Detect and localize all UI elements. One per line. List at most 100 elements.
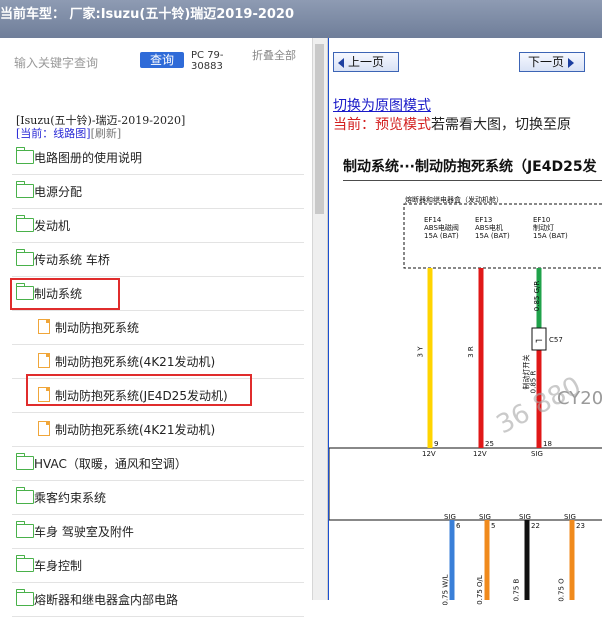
pin-number: 22 bbox=[531, 522, 540, 530]
preview-prefix: 当前： bbox=[333, 117, 375, 133]
tree-item[interactable]: 车身 驾驶室及附件 bbox=[12, 515, 304, 549]
next-page-button[interactable]: 下一页 bbox=[519, 52, 585, 72]
tree-item-label: 传动系统 车桥 bbox=[34, 253, 110, 267]
tree-item-label: 电路图册的使用说明 bbox=[34, 151, 143, 165]
tree-item-label: 车身 驾驶室及附件 bbox=[34, 525, 134, 539]
prev-page-button[interactable]: 上一页 bbox=[333, 52, 399, 72]
fuse-name: ABS电机 bbox=[475, 224, 503, 232]
pin-number: 18 bbox=[543, 440, 552, 448]
fuse-id: EF10 bbox=[533, 216, 551, 224]
scroll-thumb[interactable] bbox=[315, 44, 324, 214]
fuse-name: ABS电磁阀 bbox=[424, 224, 459, 232]
fuse-rating: 15A (BAT) bbox=[533, 232, 568, 240]
highlight-brake-system bbox=[10, 278, 120, 310]
folder-icon bbox=[16, 487, 34, 504]
tree-item[interactable]: 电路图册的使用说明 bbox=[12, 141, 304, 175]
fuse-rating: 15A (BAT) bbox=[475, 232, 510, 240]
fuse-id: EF14 bbox=[424, 216, 442, 224]
pin-number: 9 bbox=[434, 440, 439, 448]
wire-label: 0.85 G/R bbox=[533, 280, 542, 312]
preview-mode: 预览模式 bbox=[375, 117, 431, 133]
pin-label: SIG bbox=[564, 513, 576, 521]
tree-item-label: 电源分配 bbox=[34, 185, 83, 199]
tree-item-label: 发动机 bbox=[34, 219, 71, 233]
tree-item-label: HVAC（取暖，通风和空调） bbox=[34, 457, 187, 471]
folder-icon bbox=[16, 147, 34, 164]
collapse-all-button[interactable]: 折叠全部 bbox=[252, 50, 296, 62]
left-arrow-icon bbox=[338, 57, 344, 68]
tree-item[interactable]: 车身控制 bbox=[12, 549, 304, 583]
wire-label: 0.75 O/L bbox=[475, 575, 484, 605]
tree-item[interactable]: HVAC（取暖，通风和空调） bbox=[12, 447, 304, 481]
splitter-scrollbar[interactable] bbox=[312, 38, 328, 600]
switch-mode-link[interactable]: 切换为原图模式 bbox=[333, 95, 431, 115]
viewer-panel: 上一页 下一页 切换为原图模式 当前：预览模式若需看大图，切换至原 制动系统··… bbox=[328, 38, 602, 606]
wire-label: 0.85 R bbox=[529, 370, 538, 394]
tree-item[interactable]: 制动防抱死系统(4K21发动机) bbox=[12, 413, 304, 447]
tree-item-label: 制动防抱死系统 bbox=[55, 321, 140, 335]
preview-note: 当前：预览模式若需看大图，切换至原 bbox=[333, 114, 571, 134]
fuse-rating: 15A (BAT) bbox=[424, 232, 459, 240]
folder-icon bbox=[16, 215, 34, 232]
wire-label: 0.75 O bbox=[557, 578, 566, 602]
wire-label: 0.75 W/L bbox=[441, 574, 450, 606]
folder-icon bbox=[16, 555, 34, 572]
connector-label: C57 bbox=[549, 336, 563, 344]
folder-icon bbox=[16, 249, 34, 266]
pin-number: 25 bbox=[485, 440, 494, 448]
file-icon bbox=[38, 319, 50, 334]
prev-label: 上一页 bbox=[348, 55, 385, 69]
fuse-name: 制动灯 bbox=[533, 224, 554, 232]
tree-item[interactable]: 传动系统 车桥 bbox=[12, 243, 304, 277]
pc-code: PC 79-30883 bbox=[191, 50, 224, 72]
highlight-je4d25 bbox=[26, 374, 252, 406]
pin-label: SIG bbox=[531, 450, 543, 458]
left-panel: 输入关键字查询 查询 PC 79-30883 折叠全部 [Isuzu(五十铃)-… bbox=[0, 38, 312, 617]
current-prefix: [当前： bbox=[16, 127, 54, 140]
abs-module bbox=[329, 447, 602, 521]
fuse-id: EF13 bbox=[475, 216, 493, 224]
tree-item-label: 制动防抱死系统(4K21发动机) bbox=[55, 423, 216, 437]
folder-icon bbox=[16, 589, 34, 606]
tree-item[interactable]: 制动防抱死系统 bbox=[12, 311, 304, 345]
pin-number: 23 bbox=[576, 522, 585, 530]
switch-label: 制动灯开关 bbox=[522, 354, 531, 390]
search-input[interactable]: 输入关键字查询 bbox=[14, 54, 98, 71]
wire-label: 3 Y bbox=[416, 346, 425, 358]
tree-item[interactable]: 熔断器和继电器盒内部电路 bbox=[12, 583, 304, 617]
refresh-link[interactable]: [刷新] bbox=[91, 127, 122, 140]
pin-label: SIG bbox=[479, 513, 491, 521]
file-icon bbox=[38, 421, 50, 436]
query-button[interactable]: 查询 bbox=[140, 52, 184, 68]
pin-number: 6 bbox=[456, 522, 461, 530]
tree-item-label: 乘客约束系统 bbox=[34, 491, 107, 505]
tree-item[interactable]: 电源分配 bbox=[12, 175, 304, 209]
wires bbox=[427, 268, 575, 600]
switch-symbol: ⌐ bbox=[535, 336, 543, 347]
tree-item[interactable]: 发动机 bbox=[12, 209, 304, 243]
wire-label: 0.75 B bbox=[512, 578, 521, 602]
tree-item-label: 制动防抱死系统(4K21发动机) bbox=[55, 355, 216, 369]
tree-item[interactable]: 乘客约束系统 bbox=[12, 481, 304, 515]
pin-label: SIG bbox=[519, 513, 531, 521]
title-bar: 当前车型： 厂家:Isuzu(五十铃)瑞迈2019-2020 bbox=[0, 0, 602, 38]
current-value[interactable]: 线路图] bbox=[53, 127, 90, 140]
pin-label: 12V bbox=[422, 450, 436, 458]
watermark: CY20 bbox=[557, 388, 602, 409]
box-label: 熔断器和继电器盒（发动机舱） bbox=[405, 196, 503, 204]
tree-item-label: 车身控制 bbox=[34, 559, 83, 573]
preview-tail: 若需看大图，切换至原 bbox=[431, 117, 571, 133]
current-location: [当前：线路图][刷新] bbox=[16, 125, 121, 141]
folder-icon bbox=[16, 181, 34, 198]
diagram-title: 制动系统···制动防抱死系统（JE4D25发 bbox=[343, 159, 597, 175]
pin-label: SIG bbox=[444, 513, 456, 521]
file-icon bbox=[38, 353, 50, 368]
pin-label: 12V bbox=[473, 450, 487, 458]
folder-icon bbox=[16, 453, 34, 470]
app-title: 当前车型： 厂家:Isuzu(五十铃)瑞迈2019-2020 bbox=[0, 7, 295, 22]
right-arrow-icon bbox=[568, 57, 575, 68]
folder-icon bbox=[16, 521, 34, 538]
wire-label: 3 R bbox=[466, 346, 475, 358]
next-label: 下一页 bbox=[528, 55, 565, 69]
pin-number: 5 bbox=[491, 522, 496, 530]
